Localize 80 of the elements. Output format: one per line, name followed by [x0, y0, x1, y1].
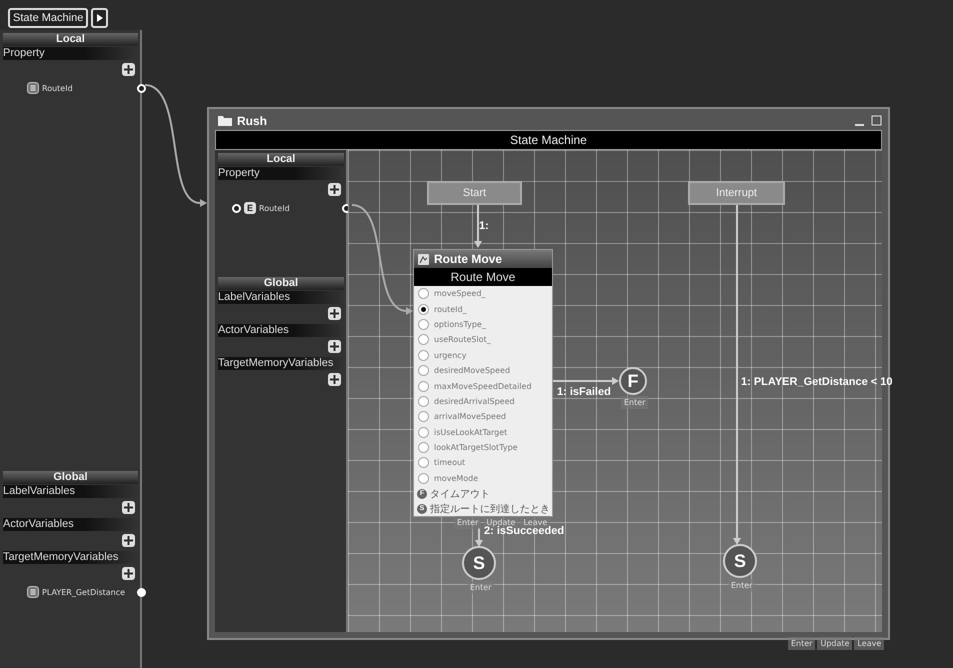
state-node[interactable]: Start	[427, 181, 522, 205]
play-icon	[96, 14, 103, 22]
parameter-name: timeout	[434, 458, 466, 468]
parameter-name: moveSpeed_	[434, 289, 486, 298]
end-state-node[interactable]: S	[462, 546, 496, 580]
event-tag[interactable]: Leave	[854, 637, 884, 650]
outcome-label: タイムアウト	[430, 488, 490, 501]
event-tag[interactable]: Enter	[788, 637, 816, 650]
radio-button[interactable]	[418, 426, 429, 438]
add-button[interactable]	[122, 567, 135, 580]
radio-button[interactable]	[418, 411, 429, 422]
parameter-name: useRouteSlot_	[434, 335, 491, 344]
parameter-name: arrivalMoveSpeed	[434, 412, 506, 422]
add-button[interactable]	[122, 501, 135, 514]
radio-button[interactable]	[418, 350, 429, 361]
parameter-name: desiredMoveSpeed	[434, 366, 510, 376]
section-header: Local	[218, 153, 344, 166]
connector-dot[interactable]	[232, 204, 241, 212]
transition-arrow	[551, 377, 619, 385]
transition-label: 1: PLAYER_GetDistance < 10	[741, 376, 893, 388]
list-icon	[27, 586, 39, 598]
parameter-name: urgency	[434, 350, 466, 360]
radio-button[interactable]	[418, 396, 429, 407]
parameter-name: routeId_	[434, 304, 467, 314]
variable-name[interactable]: RouteId	[259, 204, 290, 212]
maximize-button[interactable]	[871, 115, 882, 126]
section-header: Local	[3, 33, 138, 46]
parameter-name: isUseLookAtTarget	[434, 428, 508, 437]
play-button[interactable]	[91, 8, 108, 28]
variable-name[interactable]: PLAYER_GetDistance	[42, 588, 126, 596]
transition-arrow	[475, 528, 483, 547]
end-state-node[interactable]: F	[619, 367, 647, 395]
end-state-node[interactable]: S	[723, 544, 757, 578]
breadcrumb-button[interactable]: State Machine	[8, 8, 88, 28]
add-button[interactable]	[328, 373, 341, 386]
parameter-name: moveMode	[434, 474, 478, 483]
radio-button[interactable]	[418, 318, 429, 330]
action-node[interactable]	[413, 249, 553, 518]
maximize-icon	[871, 115, 882, 126]
parameter-name: lookAtTargetSlotType	[434, 443, 518, 452]
radio-button[interactable]	[418, 472, 429, 484]
event-tag[interactable]: Enter	[454, 516, 482, 529]
window-header: State Machine	[215, 130, 882, 150]
node-subtitle: Route Move	[414, 268, 552, 286]
add-button[interactable]	[122, 63, 135, 76]
transition-label: 1: isFailed	[557, 386, 611, 398]
radio-button[interactable]	[418, 442, 429, 454]
outcome-label: 指定ルートに到達したとき	[430, 502, 550, 516]
event-tag[interactable]: Enter	[728, 579, 756, 592]
section-header: Global	[218, 277, 344, 290]
list-icon	[27, 82, 39, 94]
connector-dot[interactable]	[137, 588, 146, 596]
window-title: Rush	[237, 114, 268, 128]
add-button[interactable]	[328, 340, 341, 353]
radio-button[interactable]	[418, 304, 429, 315]
variable-name[interactable]: RouteId	[42, 84, 73, 92]
event-tag[interactable]: Enter	[621, 396, 648, 409]
action-icon	[418, 254, 429, 264]
parameter-name: maxMoveSpeedDetailed	[434, 382, 532, 391]
radio-button[interactable]	[418, 380, 429, 392]
transition-label: 1:	[479, 220, 489, 232]
event-tag[interactable]: Update	[817, 637, 852, 650]
add-button[interactable]	[122, 534, 135, 547]
radio-button[interactable]	[418, 334, 429, 346]
event-tag[interactable]: Enter	[467, 581, 494, 594]
state-node[interactable]: Interrupt	[688, 181, 785, 205]
parameter-name: desiredArrivalSpeed	[434, 396, 515, 406]
section-header: Global	[3, 471, 138, 484]
add-button[interactable]	[328, 183, 341, 196]
type-badge: E	[244, 202, 256, 214]
node-title: Route Move	[434, 252, 502, 266]
folder-icon	[218, 115, 232, 126]
radio-button[interactable]	[418, 288, 429, 300]
radio-button[interactable]	[418, 457, 429, 468]
add-button[interactable]	[328, 307, 341, 320]
connector-dot[interactable]	[137, 84, 146, 92]
minimize-icon	[855, 124, 864, 126]
parameter-name: optionsType_	[434, 320, 486, 329]
radio-button[interactable]	[418, 365, 429, 376]
connector-dot[interactable]	[342, 204, 351, 212]
